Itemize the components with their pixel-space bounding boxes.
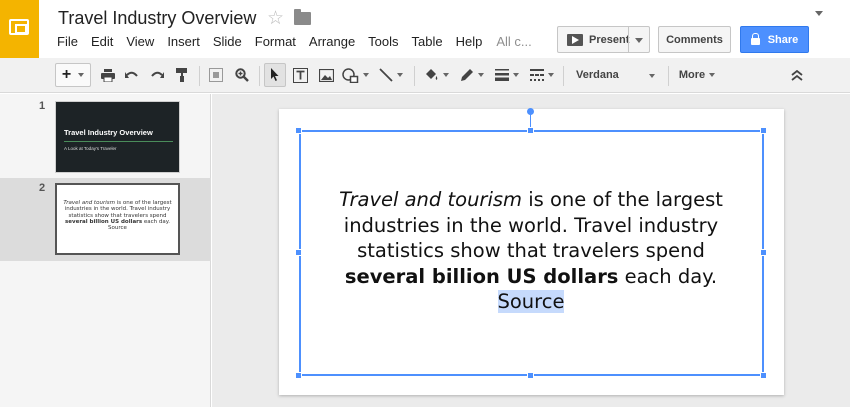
more-button[interactable]: More [672,63,722,87]
present-button[interactable]: Present [557,26,650,53]
slide-number: 1 [39,100,46,112]
menu-bar: File Edit View Insert Slide Format Arran… [57,34,545,49]
undo-icon[interactable] [123,63,141,87]
resize-handle-n[interactable] [527,127,534,134]
resize-handle-s[interactable] [527,372,534,379]
save-status[interactable]: All c... [496,34,531,49]
chevron-down-icon [477,73,484,77]
menu-arrange[interactable]: Arrange [309,34,355,49]
present-icon [567,33,583,46]
toolbar-divider [668,66,669,86]
text-box-icon[interactable] [290,63,310,87]
chevron-down-icon [362,73,369,77]
present-label: Present [589,33,630,46]
rotate-handle[interactable] [527,108,534,115]
resize-handle-se[interactable] [760,372,767,379]
menu-table[interactable]: Table [412,34,443,49]
line-weight-icon [494,69,509,81]
toolbar-divider [259,66,260,86]
present-divider [628,27,629,52]
new-slide-button[interactable]: + [55,63,91,87]
font-family-select[interactable]: Verdana [568,63,663,87]
line-color-button[interactable] [456,63,487,87]
slide-thumbnail-1[interactable]: Travel Industry Overview A Look at Today… [55,101,180,173]
slide-filmstrip: 1 Travel Industry Overview A Look at Tod… [0,94,211,407]
thumb-subtitle: A Look at Today's Traveler [64,146,117,151]
slide-body-text[interactable]: Travel and tourism is one of the largest… [300,187,762,315]
pencil-icon [460,69,473,81]
shape-icon [341,67,358,83]
menu-view[interactable]: View [126,34,154,49]
slide-thumbnail-2[interactable]: Travel and tourism is one of the largest… [55,183,180,255]
document-title[interactable]: Travel Industry Overview [58,8,256,29]
menu-help[interactable]: Help [456,34,483,49]
italic-phrase: Travel and tourism [339,188,523,211]
fill-color-button[interactable] [421,63,452,87]
more-label: More [678,69,706,81]
zoom-fit-icon[interactable] [206,63,226,87]
body-line-1: Travel and tourism is one of the largest [339,188,723,211]
resize-handle-ne[interactable] [760,127,767,134]
fill-color-icon [426,69,438,80]
chevron-down-icon[interactable] [635,38,643,43]
body-line-2: industries in the world. Travel industry [343,213,719,237]
account-menu-icon[interactable] [815,11,823,16]
line-button[interactable] [376,63,406,87]
chevron-down-icon [397,73,403,77]
chevron-down-icon [709,73,716,77]
folder-icon[interactable] [294,9,311,25]
menu-file[interactable]: File [57,34,78,49]
body-line-3: statistics show that travelers spend [357,239,705,262]
chevron-down-icon [78,73,85,77]
body-line-4: several billion US dollars each day. [344,264,718,288]
redo-icon[interactable] [148,63,166,87]
toolbar: + Verdana More [0,58,850,93]
select-tool[interactable] [264,63,286,87]
chevron-down-icon [649,74,655,78]
slides-icon [9,19,29,35]
resize-handle-nw[interactable] [295,127,302,134]
plus-icon: + [61,66,72,83]
line-icon [379,68,393,82]
share-button[interactable]: Share [740,26,809,53]
lock-icon [750,33,760,45]
menu-slide[interactable]: Slide [213,34,242,49]
thumb-title: Travel Industry Overview [64,128,153,137]
cursor-icon [271,68,279,81]
toolbar-divider [414,66,415,86]
thumb-divider [64,141,173,142]
print-icon[interactable] [99,63,117,87]
zoom-icon[interactable] [232,63,252,87]
thumb-body-text: Travel and tourism is one of the largest… [63,200,172,232]
menu-insert[interactable]: Insert [167,34,200,49]
menu-tools[interactable]: Tools [368,34,398,49]
slides-logo[interactable] [0,0,39,58]
image-icon[interactable] [316,63,336,87]
share-label: Share [767,33,799,46]
resize-handle-sw[interactable] [295,372,302,379]
line-dash-icon [529,69,544,81]
slide-number: 2 [39,182,46,194]
menu-format[interactable]: Format [255,34,296,49]
toolbar-divider [563,66,564,86]
collapse-toolbar-icon[interactable] [787,63,807,87]
toolbar-divider [199,66,200,86]
star-icon[interactable]: ☆ [267,7,284,30]
font-family-value: Verdana [576,69,619,81]
comments-button[interactable]: Comments [658,26,731,53]
chevron-down-icon [547,73,554,77]
paint-format-icon[interactable] [173,63,191,87]
source-link[interactable]: Source [497,290,565,313]
bold-phrase: several billion US dollars [344,264,619,288]
chevron-down-icon [512,73,519,77]
shape-button[interactable] [340,63,370,87]
line-weight-button[interactable] [491,63,522,87]
chevron-down-icon [443,73,449,77]
line-dash-button[interactable] [526,63,557,87]
menu-edit[interactable]: Edit [91,34,113,49]
